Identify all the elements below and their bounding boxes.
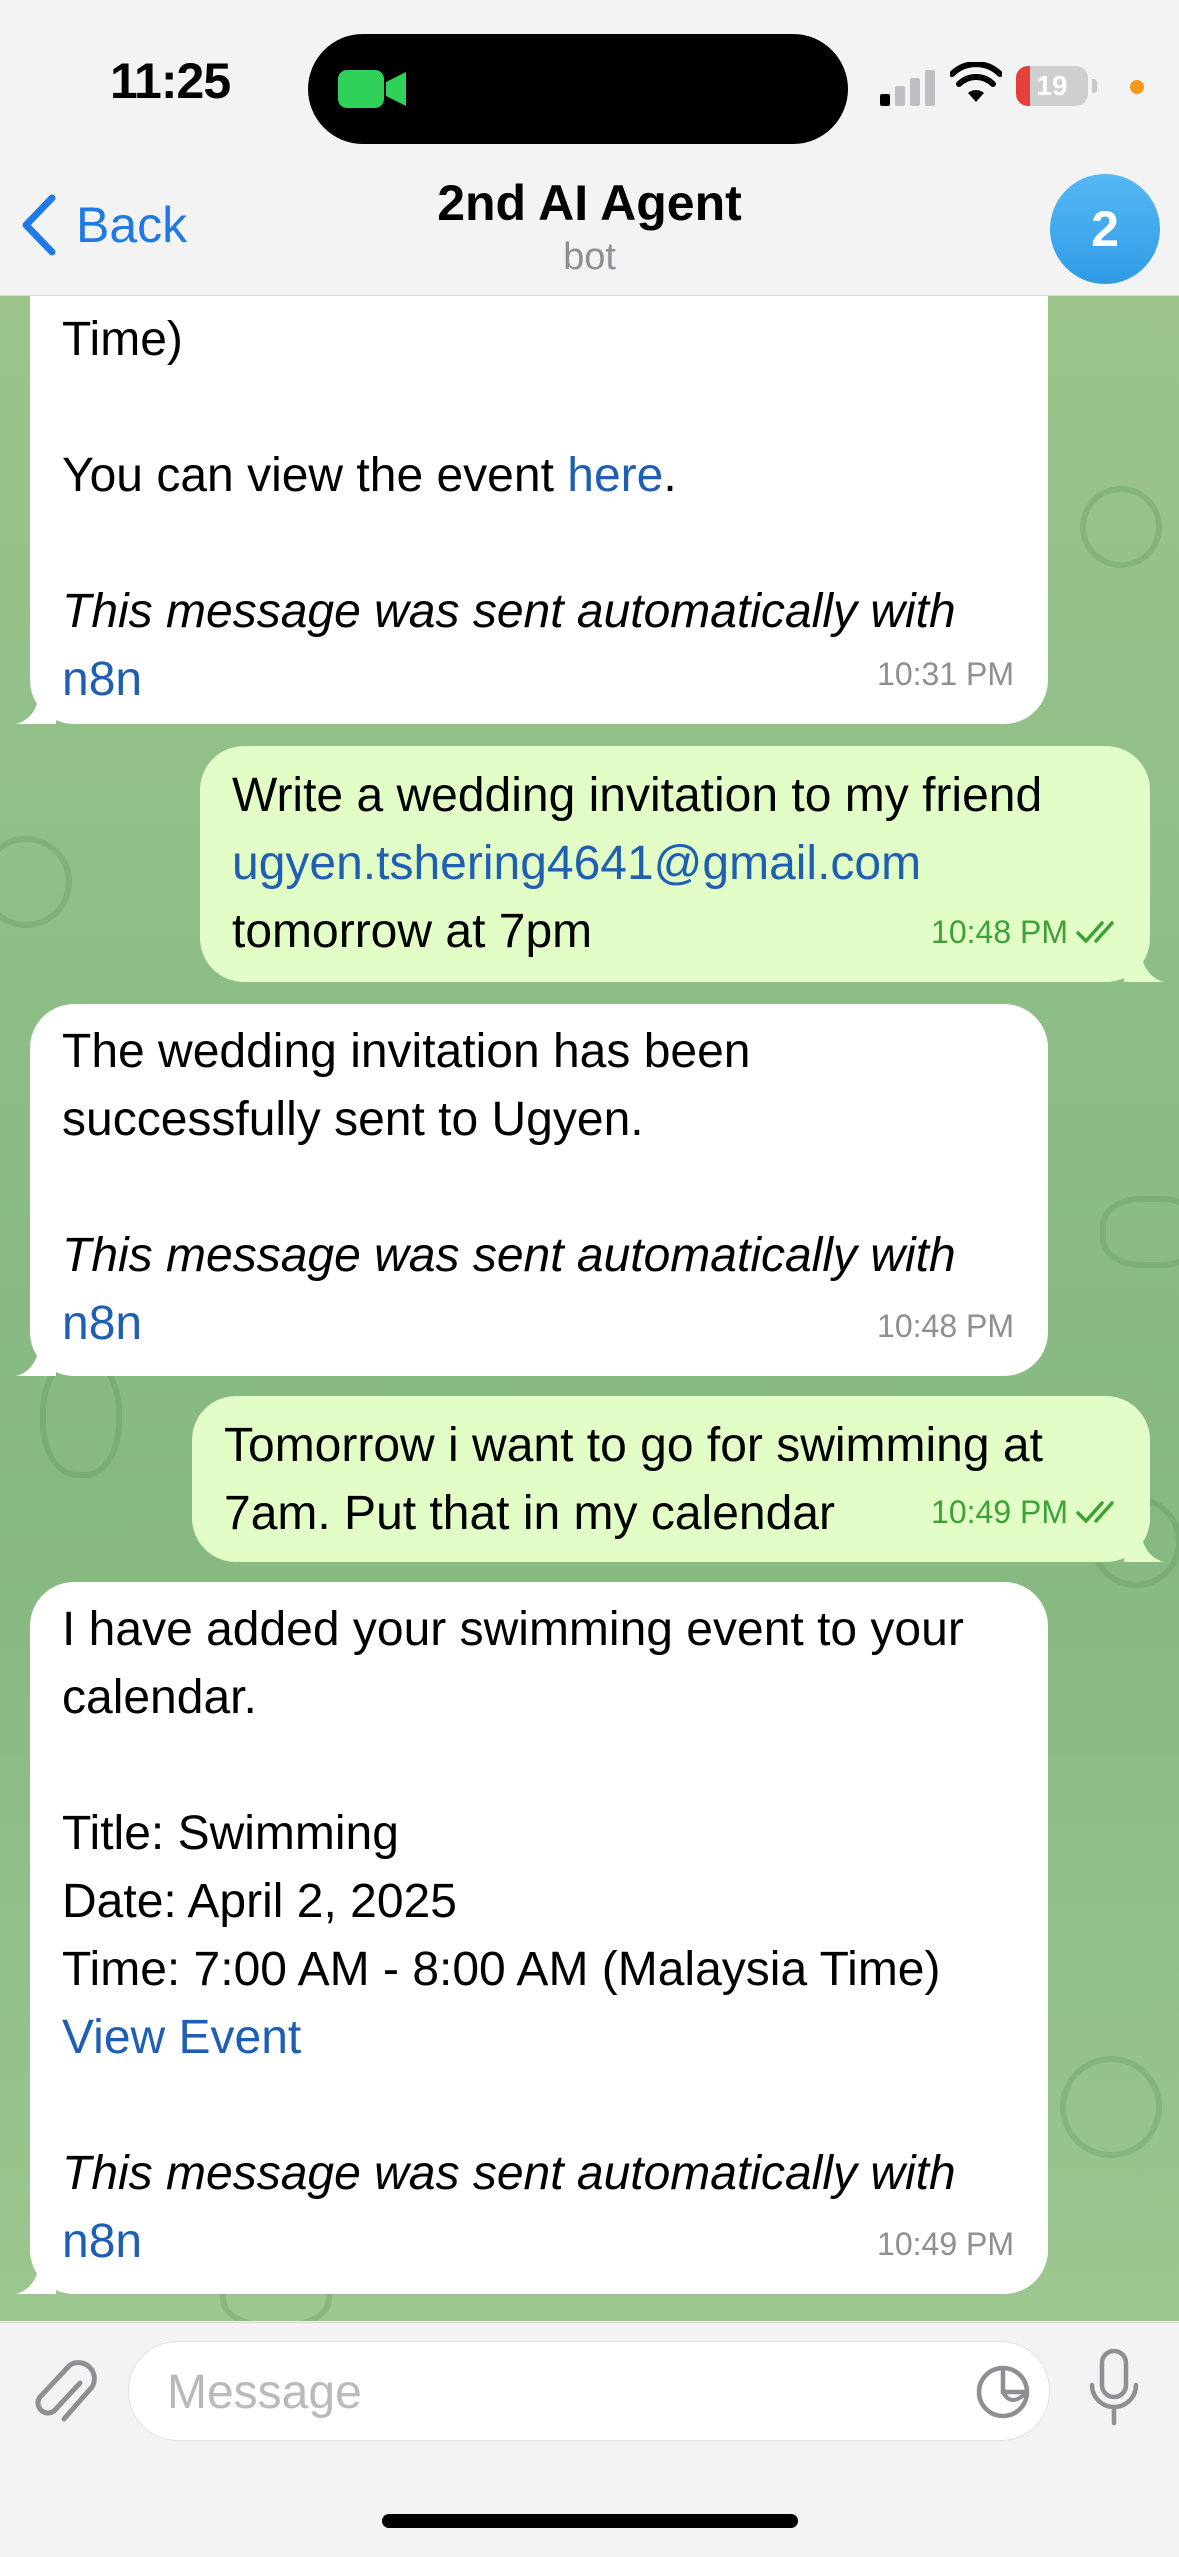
background-doodle xyxy=(1060,2056,1162,2158)
message-outgoing[interactable]: Write a wedding invitation to my friend … xyxy=(200,746,1164,982)
email-link[interactable]: ugyen.tshering4641@gmail.com xyxy=(232,830,1132,898)
read-checkmarks-icon xyxy=(1076,1501,1114,1524)
event-link[interactable]: here xyxy=(567,449,663,502)
auto-message-note: This message was sent automatically with xyxy=(62,585,956,638)
background-doodle xyxy=(1080,486,1162,568)
message-incoming[interactable]: The wedding invitation has been successf… xyxy=(16,1004,1048,1376)
paperclip-icon[interactable] xyxy=(28,2353,98,2433)
message-incoming[interactable]: Time) You can view the event here. This … xyxy=(16,296,1048,724)
message-text: . xyxy=(663,449,677,502)
bubble-tail xyxy=(16,2258,56,2294)
message-time: 10:49 PM xyxy=(877,2226,1014,2262)
facetime-camera-icon xyxy=(338,70,406,108)
bubble-tail xyxy=(16,688,56,724)
chat-area[interactable]: Time) You can view the event here. This … xyxy=(0,296,1179,2321)
auto-message-note: This message was sent automatically with xyxy=(62,2147,956,2200)
avatar[interactable]: 2 xyxy=(1050,174,1160,284)
status-bar: 11:25 19 xyxy=(0,0,1179,170)
message-incoming[interactable]: I have added your swimming event to your… xyxy=(16,1582,1048,2294)
wifi-icon xyxy=(950,62,1002,102)
message-time: 10:49 PM xyxy=(931,1478,1122,1546)
message-time: 10:31 PM xyxy=(877,656,1014,692)
event-time: Time: 7:00 AM - 8:00 AM (Malaysia Time) xyxy=(62,1943,941,1996)
message-text: I have added your swimming event to your xyxy=(62,1603,964,1656)
microphone-icon[interactable] xyxy=(1086,2349,1142,2429)
message-text: successfully sent to Ugyen. xyxy=(62,1093,644,1146)
message-time: 10:48 PM xyxy=(931,898,1122,966)
view-event-link[interactable]: View Event xyxy=(62,2004,1032,2072)
cellular-signal-icon xyxy=(880,70,935,106)
message-text: The wedding invitation has been xyxy=(62,1025,751,1078)
message-input-container[interactable] xyxy=(128,2341,1050,2442)
message-text-line: You can view the event here. xyxy=(62,442,1022,510)
privacy-dot-icon xyxy=(1130,80,1144,94)
battery-icon: 19 xyxy=(1016,66,1097,106)
background-doodle xyxy=(1100,1196,1179,1268)
message-input[interactable] xyxy=(165,2342,969,2442)
bubble-tail xyxy=(1124,1526,1164,1562)
message-text: Write a wedding invitation to my friend xyxy=(232,769,1043,822)
battery-level: 19 xyxy=(1036,70,1068,101)
auto-message-note: This message was sent automatically with xyxy=(62,1229,956,1282)
sticker-icon[interactable] xyxy=(975,2364,1031,2420)
message-text: Tomorrow i want to go for swimming at xyxy=(224,1419,1043,1472)
message-text: You can view the event xyxy=(62,449,568,502)
status-time: 11:25 xyxy=(110,53,231,109)
message-text: calendar. xyxy=(62,1671,257,1724)
avatar-badge: 2 xyxy=(1091,201,1119,257)
message-text: Time) xyxy=(62,313,183,366)
chat-subtitle: bot xyxy=(563,236,616,278)
bubble-tail xyxy=(16,1340,56,1376)
read-checkmarks-icon xyxy=(1076,921,1114,944)
background-doodle xyxy=(0,836,72,928)
message-time: 10:48 PM xyxy=(877,1308,1014,1344)
dynamic-island xyxy=(308,34,848,144)
bubble-tail xyxy=(1124,946,1164,982)
home-indicator[interactable] xyxy=(382,2514,798,2528)
event-date: Date: April 2, 2025 xyxy=(62,1875,457,1928)
chat-title[interactable]: 2nd AI Agent xyxy=(0,174,1179,232)
chat-header: Back 2nd AI Agent bot 2 xyxy=(0,170,1179,296)
message-outgoing[interactable]: Tomorrow i want to go for swimming at 7a… xyxy=(192,1396,1164,1562)
event-title: Title: Swimming xyxy=(62,1807,399,1860)
